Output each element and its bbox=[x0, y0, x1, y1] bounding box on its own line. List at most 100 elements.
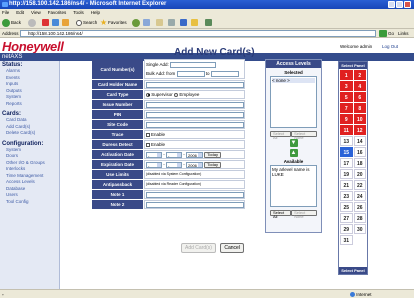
menu-tools[interactable]: Tools bbox=[73, 10, 84, 15]
single-add-input[interactable] bbox=[170, 61, 217, 68]
panel-button-18[interactable]: 18 bbox=[353, 158, 366, 168]
panel-button-1[interactable]: 1 bbox=[340, 70, 353, 80]
expiration-today-button[interactable]: Today bbox=[204, 162, 221, 168]
supervisor-radio[interactable] bbox=[146, 92, 150, 97]
panel-button-21[interactable]: 21 bbox=[340, 180, 353, 190]
activation-month-select[interactable]: - bbox=[146, 152, 162, 158]
site-code-input[interactable] bbox=[146, 122, 244, 128]
antipassback-text[interactable]: (disabled via Reader Configuration) bbox=[146, 182, 201, 186]
menu-edit[interactable]: Edit bbox=[16, 10, 24, 15]
menu-view[interactable]: View bbox=[31, 10, 41, 15]
arrow-up-icon[interactable]: ▲ bbox=[289, 149, 298, 157]
panel-button-15[interactable]: 15 bbox=[340, 147, 353, 157]
panel-button-16[interactable]: 16 bbox=[353, 147, 366, 157]
selected-levels-list[interactable]: < none > bbox=[270, 76, 317, 128]
menu-favorites[interactable]: Favorites bbox=[48, 10, 67, 15]
menu-help[interactable]: Help bbox=[91, 10, 100, 15]
panel-button-23[interactable]: 23 bbox=[340, 191, 353, 201]
mail-button[interactable] bbox=[156, 18, 163, 27]
expiration-day-select[interactable]: - bbox=[166, 162, 182, 168]
cancel-button[interactable]: Cancel bbox=[220, 243, 244, 253]
maximize-button[interactable] bbox=[396, 1, 403, 8]
note1-input[interactable] bbox=[146, 192, 244, 198]
favorites-button[interactable]: ★ Favorites bbox=[100, 18, 127, 27]
panel-button-9[interactable]: 9 bbox=[340, 114, 353, 124]
panel-button-13[interactable]: 13 bbox=[340, 136, 353, 146]
edit-button[interactable] bbox=[180, 18, 187, 27]
panel-button-31[interactable]: 31 bbox=[340, 235, 353, 245]
selected-select-all-button[interactable]: Select All bbox=[270, 131, 292, 140]
panel-button-30[interactable]: 30 bbox=[353, 224, 366, 234]
panel-button-7[interactable]: 7 bbox=[340, 103, 353, 113]
links-label[interactable]: Links bbox=[398, 29, 409, 38]
sidebar-item-delete-card-s-[interactable]: Delete Card(s) bbox=[0, 130, 59, 137]
bulk-from-input[interactable] bbox=[176, 70, 205, 77]
messenger-button[interactable] bbox=[205, 18, 212, 27]
panel-button-27[interactable]: 27 bbox=[340, 213, 353, 223]
panel-button-2[interactable]: 2 bbox=[353, 70, 366, 80]
panel-button-26[interactable]: 26 bbox=[353, 202, 366, 212]
panel-button-25[interactable]: 25 bbox=[340, 202, 353, 212]
panel-button-4[interactable]: 4 bbox=[353, 81, 366, 91]
bulk-to-input[interactable] bbox=[210, 70, 239, 77]
available-select-all-button[interactable]: Select All bbox=[270, 210, 292, 219]
sidebar-item-reports[interactable]: Reports bbox=[0, 101, 59, 108]
address-input[interactable]: http://158.100.142.186/ns4/ bbox=[20, 30, 376, 37]
panel-button-19[interactable]: 19 bbox=[340, 169, 353, 179]
trace-checkbox[interactable] bbox=[146, 132, 150, 137]
panel-button-3[interactable]: 3 bbox=[340, 81, 353, 91]
issue-input[interactable] bbox=[146, 102, 244, 108]
close-button[interactable] bbox=[404, 1, 411, 8]
panel-button-6[interactable]: 6 bbox=[353, 92, 366, 102]
panel-button-22[interactable]: 22 bbox=[353, 180, 366, 190]
arrow-down-icon[interactable]: ▼ bbox=[289, 139, 298, 147]
sidebar-item-tool-config[interactable]: Tool Config bbox=[0, 199, 59, 206]
discuss-button[interactable] bbox=[191, 18, 198, 27]
menu-file[interactable]: File bbox=[2, 10, 9, 15]
print-button[interactable] bbox=[168, 18, 175, 27]
trace-enable-label: Enable bbox=[151, 132, 166, 137]
add-cards-button[interactable]: Add Card(s) bbox=[181, 243, 216, 253]
panel-button-11[interactable]: 11 bbox=[340, 125, 353, 135]
activation-today-button[interactable]: Today bbox=[204, 152, 221, 158]
back-button[interactable]: Back bbox=[2, 18, 21, 27]
expiration-year-select[interactable]: 2006 bbox=[186, 162, 203, 168]
employee-radio[interactable] bbox=[174, 92, 179, 97]
card-type-value: Supervisor Employee bbox=[144, 90, 245, 99]
panel-button-29[interactable]: 29 bbox=[340, 224, 353, 234]
available-select-none-button[interactable]: Select None bbox=[291, 210, 317, 219]
panel-button-5[interactable]: 5 bbox=[340, 92, 353, 102]
duress-checkbox[interactable] bbox=[146, 142, 150, 147]
refresh-button[interactable] bbox=[52, 18, 59, 27]
activation-day-select[interactable]: - bbox=[166, 152, 182, 158]
expiration-month-select[interactable]: - bbox=[146, 162, 162, 168]
note2-input[interactable] bbox=[146, 202, 244, 208]
panel-button-17[interactable]: 17 bbox=[340, 158, 353, 168]
activation-year-select[interactable]: 2006 bbox=[186, 152, 203, 158]
card-holder-input[interactable] bbox=[146, 82, 244, 88]
panel-button-10[interactable]: 10 bbox=[353, 114, 366, 124]
logout-link[interactable]: Log Out bbox=[382, 44, 398, 49]
available-levels-list[interactable]: My arlevel name is LUKE bbox=[270, 165, 317, 207]
search-button[interactable]: Search bbox=[76, 18, 97, 27]
panel-button-24[interactable]: 24 bbox=[353, 191, 366, 201]
panel-head: Select Panel bbox=[339, 62, 367, 69]
list-item[interactable]: < none > bbox=[272, 78, 315, 83]
minimize-button[interactable] bbox=[388, 1, 395, 8]
history-button[interactable] bbox=[143, 18, 150, 27]
card-number-row: Card Number(s) Single Add: Bulk Add: fro… bbox=[92, 59, 245, 80]
pin-input[interactable] bbox=[146, 112, 244, 118]
home-button[interactable] bbox=[62, 18, 69, 27]
panel-button-28[interactable]: 28 bbox=[353, 213, 366, 223]
go-button[interactable] bbox=[379, 30, 387, 37]
list-item[interactable]: My arlevel name is LUKE bbox=[272, 167, 315, 177]
selected-select-none-button[interactable]: Select None bbox=[291, 131, 317, 140]
stop-button[interactable] bbox=[42, 18, 49, 27]
panel-button-12[interactable]: 12 bbox=[353, 125, 366, 135]
use-limits-text[interactable]: (disabled via System Configuration) bbox=[146, 172, 201, 176]
media-button[interactable] bbox=[132, 18, 140, 27]
panel-button-8[interactable]: 8 bbox=[353, 103, 366, 113]
forward-button[interactable] bbox=[28, 18, 36, 27]
panel-button-20[interactable]: 20 bbox=[353, 169, 366, 179]
panel-button-14[interactable]: 14 bbox=[353, 136, 366, 146]
